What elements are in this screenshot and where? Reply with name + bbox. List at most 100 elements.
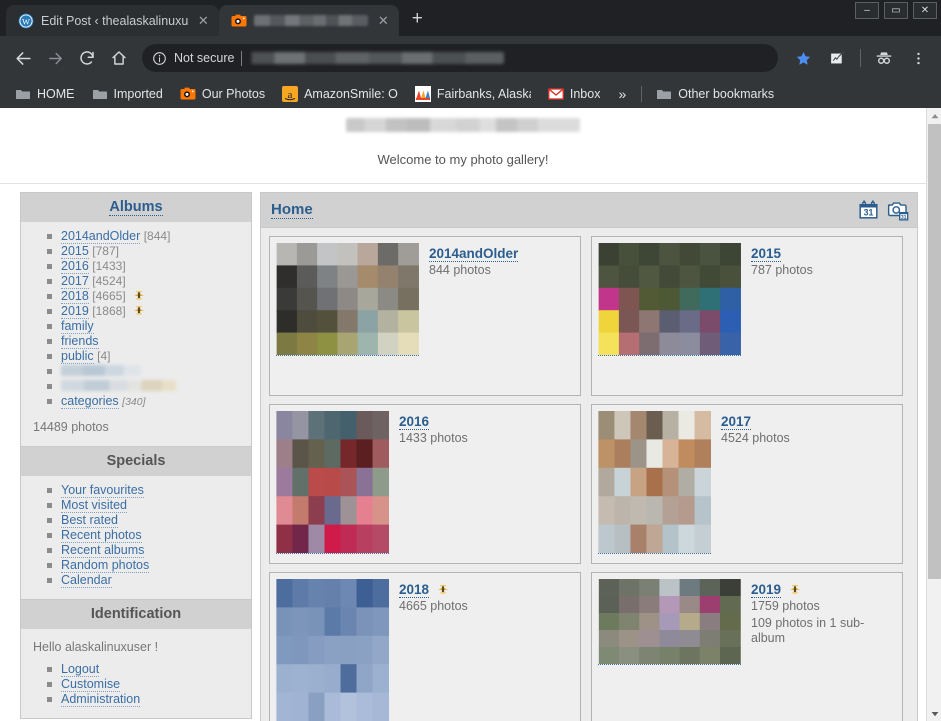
sidebar-special-item[interactable]: Calendar <box>47 574 241 589</box>
album-card-link[interactable]: 2016 <box>399 414 429 430</box>
album-thumbnail-wrapper[interactable] <box>598 411 711 557</box>
album-card[interactable]: 2019 1759 photos109 photos in 1 sub-albu… <box>591 572 903 721</box>
album-thumbnail[interactable] <box>276 411 389 554</box>
sidebar-album-item[interactable]: public [4] <box>47 350 241 365</box>
home-breadcrumb-link[interactable]: Home <box>271 201 313 219</box>
sidebar-special-item[interactable]: Your favourites <box>47 484 241 499</box>
sidebar-special-item[interactable]: Recent photos <box>47 529 241 544</box>
sidebar-album-item[interactable]: 2014andOlder [844] <box>47 230 241 245</box>
close-button[interactable]: ✕ <box>913 2 937 19</box>
bookmark-our-photos[interactable]: Our Photos <box>173 83 272 105</box>
sidebar-special-link[interactable]: Recent photos <box>61 528 142 543</box>
sidebar-album-link[interactable]: friends <box>61 334 99 349</box>
new-tab-button[interactable]: + <box>403 6 431 34</box>
bookmark-fairbanks-weather[interactable]: Fairbanks, Alaska <box>408 83 538 105</box>
album-thumbnail-wrapper[interactable] <box>276 411 389 557</box>
bookmark-other-bookmarks[interactable]: Other bookmarks <box>649 83 781 105</box>
scroll-up-button[interactable] <box>927 108 941 123</box>
reload-button[interactable] <box>72 43 102 73</box>
tab-close-button[interactable]: ✕ <box>195 13 211 29</box>
bookmark-imported[interactable]: Imported <box>85 83 170 105</box>
sidebar-album-item[interactable] <box>47 365 241 380</box>
sidebar-special-link[interactable]: Calendar <box>61 573 112 588</box>
sidebar-special-item[interactable]: Recent albums <box>47 544 241 559</box>
camera-calendar-icon[interactable]: 31 <box>886 198 909 221</box>
incognito-indicator[interactable] <box>869 43 899 73</box>
browser-tab-wordpress[interactable]: W Edit Post ‹ thealaskalinuxu ✕ <box>6 5 219 36</box>
scrollbar-thumb[interactable] <box>928 124 941 579</box>
sidebar-album-item[interactable]: 2017 [4524] <box>47 275 241 290</box>
sidebar-album-item[interactable] <box>47 380 241 395</box>
album-thumbnail-wrapper[interactable] <box>598 243 741 389</box>
sidebar-identification-link[interactable]: Administration <box>61 692 140 707</box>
album-card-link[interactable]: 2018 <box>399 582 429 598</box>
sidebar-identification-item[interactable]: Logout <box>47 663 241 678</box>
sidebar-album-item[interactable]: 2016 [1433] <box>47 260 241 275</box>
album-thumbnail[interactable] <box>598 579 741 665</box>
extension-button[interactable] <box>822 43 852 73</box>
scroll-down-button[interactable] <box>927 706 941 721</box>
album-thumbnail-wrapper[interactable] <box>276 243 419 389</box>
album-card[interactable]: 2015787 photos <box>591 236 903 396</box>
sidebar-special-link[interactable]: Most visited <box>61 498 127 513</box>
sidebar-album-link[interactable]: 2017 <box>61 274 89 289</box>
album-thumbnail-wrapper[interactable] <box>276 579 389 721</box>
sidebar-identification-link[interactable]: Customise <box>61 677 120 692</box>
album-thumbnail[interactable] <box>598 243 741 356</box>
sidebar-special-item[interactable]: Most visited <box>47 499 241 514</box>
sidebar-identification-item[interactable]: Customise <box>47 678 241 693</box>
home-button[interactable] <box>104 43 134 73</box>
album-card-link[interactable]: 2019 <box>751 582 781 598</box>
back-button[interactable] <box>8 43 38 73</box>
album-card[interactable]: 20161433 photos <box>269 404 581 564</box>
sidebar-album-link[interactable]: 2018 <box>61 289 89 304</box>
sidebar-special-item[interactable]: Random photos <box>47 559 241 574</box>
sidebar-album-item[interactable]: friends <box>47 335 241 350</box>
chrome-menu-button[interactable] <box>903 43 933 73</box>
album-card-link[interactable]: 2017 <box>721 414 751 430</box>
sidebar-album-item[interactable]: family <box>47 320 241 335</box>
sidebar-album-item[interactable]: 2019 [1868] <box>47 305 241 320</box>
albums-title-link[interactable]: Albums <box>109 199 162 216</box>
sidebar-special-link[interactable]: Recent albums <box>61 543 144 558</box>
sidebar-album-link[interactable]: 2014andOlder <box>61 229 140 244</box>
calendar-icon[interactable]: 31 <box>858 199 879 220</box>
album-card[interactable]: 2014andOlder844 photos <box>269 236 581 396</box>
sidebar-identification-item[interactable]: Administration <box>47 693 241 708</box>
bookmark-star-button[interactable] <box>788 43 818 73</box>
sidebar-album-item[interactable]: 2015 [787] <box>47 245 241 260</box>
album-card-link[interactable]: 2014andOlder <box>429 246 518 262</box>
sidebar-album-link[interactable]: family <box>61 319 94 334</box>
sidebar-special-item[interactable]: Best rated <box>47 514 241 529</box>
album-thumbnail[interactable] <box>598 411 711 554</box>
album-card-link[interactable]: 2015 <box>751 246 781 262</box>
album-card[interactable]: 2018 4665 photos <box>269 572 581 721</box>
bookmarks-overflow-button[interactable]: » <box>610 84 634 104</box>
browser-tab-piwigo[interactable]: ✕ <box>219 5 399 36</box>
album-thumbnail[interactable] <box>276 243 419 356</box>
sidebar-special-link[interactable]: Your favourites <box>61 483 144 498</box>
album-thumbnail[interactable] <box>276 579 389 721</box>
sidebar-album-item[interactable]: 2018 [4665] <box>47 290 241 305</box>
address-bar[interactable]: Not secure <box>142 44 778 72</box>
sidebar-album-link[interactable]: 2016 <box>61 259 89 274</box>
minimize-button[interactable]: – <box>855 2 879 19</box>
url-input[interactable] <box>249 52 504 64</box>
sidebar-identification-link[interactable]: Logout <box>61 662 99 677</box>
tab-close-button[interactable]: ✕ <box>375 13 391 29</box>
bookmark-amazonsmile[interactable]: a AmazonSmile: O <box>275 83 405 105</box>
maximize-button[interactable]: ▭ <box>884 2 908 19</box>
sidebar-special-link[interactable]: Best rated <box>61 513 118 528</box>
vertical-scrollbar[interactable] <box>926 108 941 721</box>
sidebar-album-link[interactable]: 2015 <box>61 244 89 259</box>
album-card[interactable]: 20174524 photos <box>591 404 903 564</box>
sidebar-album-link[interactable]: public <box>61 349 94 364</box>
album-thumbnail-wrapper[interactable] <box>598 579 741 721</box>
sidebar-special-link[interactable]: Random photos <box>61 558 149 573</box>
forward-button[interactable] <box>40 43 70 73</box>
sidebar-album-link[interactable]: categories <box>61 394 119 409</box>
sidebar-album-item[interactable]: categories [340] <box>47 395 241 411</box>
bookmark-inbox[interactable]: Inbox <box>541 83 608 105</box>
sidebar-album-link[interactable]: 2019 <box>61 304 89 319</box>
bookmark-home[interactable]: HOME <box>8 83 82 105</box>
